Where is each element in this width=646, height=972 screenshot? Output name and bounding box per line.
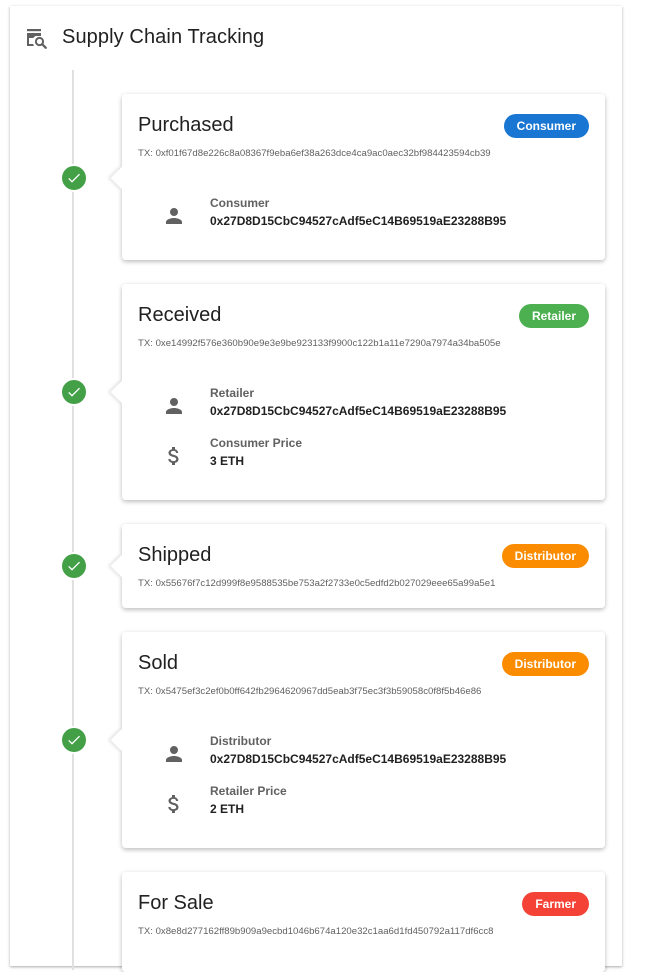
event-title: Shipped [138,544,212,566]
role-badge: Distributor [501,652,589,676]
event-card-purchased[interactable]: Purchased Consumer TX: 0xf01f67d8e226c8a… [110,94,605,260]
tx-hash: TX: 0x55676f7c12d999f8e9588535be753a2f27… [138,578,496,589]
event-card-sold[interactable]: Sold Distributor TX: 0x5475ef3c2ef0b0ff6… [110,632,605,848]
dollar-icon [162,444,186,468]
detail-row: Consumer Price 3 ETH [162,436,582,476]
event-card-for-sale[interactable]: For Sale Farmer TX: 0x8e8d277162ff89b909… [122,872,605,972]
event-card-received[interactable]: Received Retailer TX: 0xe14992f576e360b9… [110,284,605,500]
detail-value: 0x27D8D15CbC94527cAdf5eC14B69519aE23288B… [210,752,507,766]
role-badge: Consumer [503,114,589,138]
panel-title: Supply Chain Tracking [62,26,265,48]
tx-hash: TX: 0xe14992f576e360b90e9e3e9be923133f99… [138,338,501,349]
detail-value: 0x27D8D15CbC94527cAdf5eC14B69519aE23288B… [210,404,507,418]
detail-value: 0x27D8D15CbC94527cAdf5eC14B69519aE23288B… [210,214,507,228]
check-icon [62,728,86,752]
panel-header: Supply Chain Tracking [10,6,622,70]
event-title: Sold [138,652,179,674]
person-icon [162,204,186,228]
event-card-shipped[interactable]: Shipped Distributor TX: 0x55676f7c12d999… [110,524,605,608]
tx-hash: TX: 0x5475ef3c2ef0b0ff642fb2964620967dd5… [138,686,482,697]
event-title: Purchased [138,114,234,136]
detail-value: 3 ETH [210,454,245,468]
detail-label: Consumer Price [210,436,303,450]
search-history-icon [26,26,50,50]
check-icon [62,380,86,404]
event-title: Received [138,304,222,326]
detail-row: Consumer 0x27D8D15CbC94527cAdf5eC14B6951… [162,196,582,236]
tx-hash: TX: 0xf01f67d8e226c8a08367f9eba6ef38a263… [138,148,491,159]
detail-label: Distributor [210,734,272,748]
check-icon [62,166,86,190]
detail-value: 2 ETH [210,802,245,816]
person-icon [162,742,186,766]
check-icon [62,554,86,578]
role-badge: Distributor [501,544,589,568]
detail-label: Retailer Price [210,784,287,798]
timeline-line [72,70,74,970]
detail-label: Consumer [210,196,270,210]
role-badge: Farmer [522,892,589,916]
detail-row: Retailer Price 2 ETH [162,784,582,824]
supply-chain-panel: Supply Chain Tracking Purchased Consumer… [10,6,622,972]
person-icon [162,394,186,418]
dollar-icon [162,792,186,816]
detail-row: Distributor 0x27D8D15CbC94527cAdf5eC14B6… [162,734,582,774]
detail-row: Retailer 0x27D8D15CbC94527cAdf5eC14B6951… [162,386,582,426]
event-title: For Sale [138,892,214,914]
role-badge: Retailer [518,304,589,328]
detail-label: Retailer [210,386,255,400]
